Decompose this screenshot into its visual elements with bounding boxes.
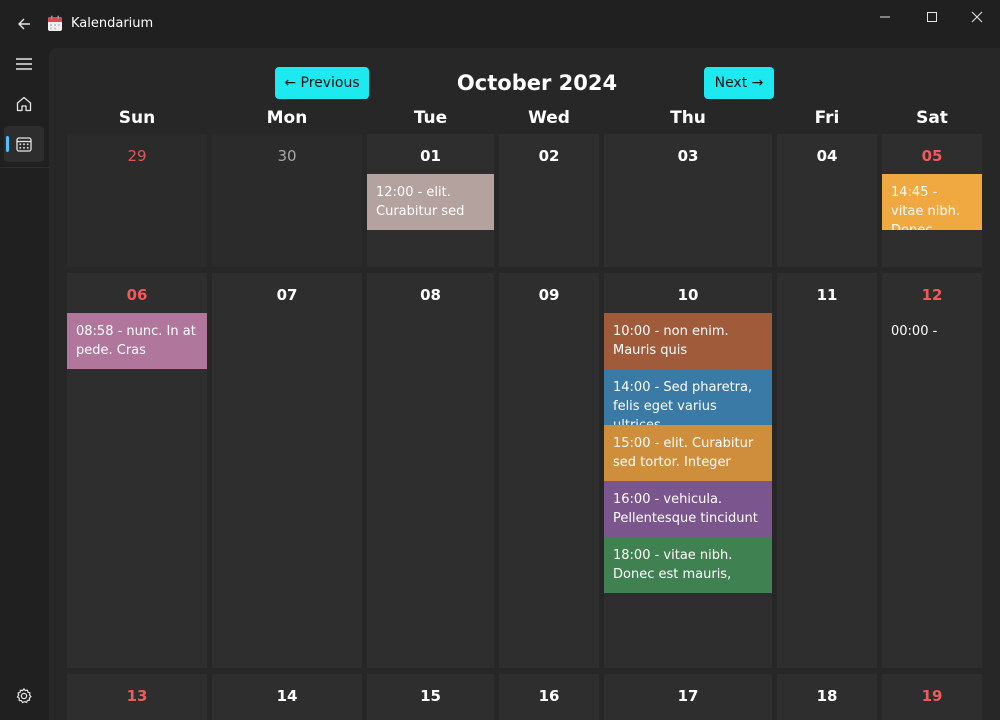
day-cell[interactable]: 11 xyxy=(777,273,877,668)
back-arrow-icon xyxy=(18,18,30,30)
close-button[interactable] xyxy=(962,8,992,26)
calendar-app-icon xyxy=(48,15,62,31)
calendar-event[interactable]: 16:00 - vehicula. Pellentesque tincidunt xyxy=(604,481,772,537)
day-cell[interactable]: 05 14:45 - vitae nibh. Donec xyxy=(882,134,982,267)
calendar-icon xyxy=(16,137,32,152)
weekday-header-fri: Fri xyxy=(814,108,840,128)
day-number: 12 xyxy=(921,286,943,304)
day-number: 30 xyxy=(277,147,297,165)
calendar-event[interactable]: 12:00 - elit. Curabitur sed xyxy=(367,174,494,230)
calendar-event[interactable]: 18:00 - vitae nibh. Donec est mauris, xyxy=(604,537,772,593)
day-number: 02 xyxy=(538,147,560,165)
day-cell[interactable]: 15 xyxy=(367,674,494,720)
day-number: 13 xyxy=(126,687,148,705)
day-number: 29 xyxy=(127,147,147,165)
day-cell[interactable]: 30 xyxy=(212,134,362,267)
day-cell[interactable]: 17 xyxy=(604,674,772,720)
day-number: 07 xyxy=(276,286,298,304)
day-cell[interactable]: 12 00:00 - xyxy=(882,273,982,668)
app-title: Kalendarium xyxy=(71,16,154,31)
day-cell[interactable]: 16 xyxy=(499,674,599,720)
minimize-icon xyxy=(880,16,890,18)
calendar-event[interactable]: 00:00 - xyxy=(882,313,982,369)
navigation-rail xyxy=(0,48,49,720)
day-cell[interactable]: 07 xyxy=(212,273,362,668)
day-cell[interactable]: 10 10:00 - non enim. Mauris quis 14:00 - S… xyxy=(604,273,772,668)
maximize-icon xyxy=(927,12,937,22)
day-number: 01 xyxy=(420,147,441,165)
day-number: 17 xyxy=(677,687,699,705)
settings-button[interactable] xyxy=(4,678,44,714)
day-number: 11 xyxy=(816,286,838,304)
gear-icon xyxy=(16,688,32,704)
day-number: 03 xyxy=(677,147,699,165)
day-number: 16 xyxy=(538,687,560,705)
calendar-event[interactable]: 10:00 - non enim. Mauris quis xyxy=(604,313,772,369)
day-cell[interactable]: 19 xyxy=(882,674,982,720)
calendar-event[interactable]: 14:45 - vitae nibh. Donec xyxy=(882,174,982,230)
day-cell[interactable]: 06 08:58 - nunc. In at pede. Cras xyxy=(67,273,207,668)
menu-toggle-button[interactable] xyxy=(4,46,44,82)
day-cell[interactable]: 09 xyxy=(499,273,599,668)
day-cell[interactable]: 29 xyxy=(67,134,207,267)
day-number: 04 xyxy=(816,147,838,165)
selection-indicator xyxy=(6,136,9,152)
next-month-button[interactable]: Next → xyxy=(704,67,774,99)
day-number: 08 xyxy=(420,286,441,304)
weekday-header-wed: Wed xyxy=(528,108,570,128)
day-number: 19 xyxy=(921,687,943,705)
back-button[interactable] xyxy=(12,12,36,36)
day-cell[interactable]: 18 xyxy=(777,674,877,720)
calendar-event[interactable]: 14:00 - Sed pharetra, felis eget varius … xyxy=(604,369,772,425)
previous-month-button[interactable]: ← Previous xyxy=(275,67,369,99)
weekday-header-thu: Thu xyxy=(670,108,706,128)
title-bar: Kalendarium xyxy=(0,0,1000,48)
month-title: October 2024 xyxy=(456,71,618,95)
hamburger-icon xyxy=(16,58,32,70)
day-cell[interactable]: 03 xyxy=(604,134,772,267)
day-number: 18 xyxy=(816,687,838,705)
weekday-header-tue: Tue xyxy=(413,108,448,128)
day-number: 06 xyxy=(126,286,148,304)
day-number: 15 xyxy=(420,687,441,705)
weekday-header-mon: Mon xyxy=(266,108,308,128)
calendar-event[interactable]: 08:58 - nunc. In at pede. Cras xyxy=(67,313,207,369)
day-number: 14 xyxy=(276,687,298,705)
weekday-header-sun: Sun xyxy=(118,108,156,128)
nav-item-home[interactable] xyxy=(4,86,44,122)
day-number: 05 xyxy=(921,147,943,165)
close-icon xyxy=(971,11,983,23)
minimize-button[interactable] xyxy=(870,8,900,26)
day-number: 10 xyxy=(677,286,699,304)
home-icon xyxy=(16,96,32,112)
day-cell[interactable]: 08 xyxy=(367,273,494,668)
day-cell[interactable]: 13 xyxy=(67,674,207,720)
day-number: 09 xyxy=(538,286,560,304)
maximize-button[interactable] xyxy=(917,8,947,26)
nav-divider xyxy=(0,167,49,168)
day-cell[interactable]: 04 xyxy=(777,134,877,267)
calendar-view: ← Previous October 2024 Next → Sun Mon Tue… xyxy=(49,48,1000,720)
nav-item-calendar[interactable] xyxy=(4,126,44,162)
day-cell[interactable]: 01 12:00 - elit. Curabitur sed xyxy=(367,134,494,267)
calendar-event[interactable]: 15:00 - elit. Curabitur sed tortor. Inte… xyxy=(604,425,772,481)
day-cell[interactable]: 02 xyxy=(499,134,599,267)
weekday-header-sat: Sat xyxy=(916,108,948,128)
day-cell[interactable]: 14 xyxy=(212,674,362,720)
